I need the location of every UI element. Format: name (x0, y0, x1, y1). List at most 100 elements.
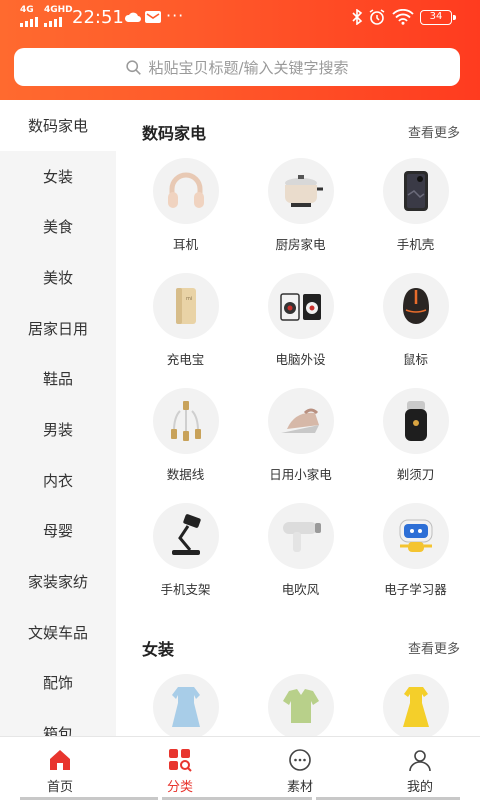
item-thumb (152, 388, 219, 454)
item-thumb (152, 503, 219, 569)
section-header-digital: 数码家电 查看更多 (116, 108, 480, 148)
sidebar-item-home-textile[interactable]: 家装家纺 (0, 556, 116, 607)
item-thumb (382, 273, 449, 339)
header: 4G 4GHD 22:51 ··· 34 粘贴宝贝标题/输入关键字搜索 (0, 0, 480, 100)
sidebar-item-household[interactable]: 居家日用 (0, 303, 116, 354)
subcategory-item[interactable]: 日用小家电 (243, 388, 358, 483)
bluetooth-icon (352, 9, 363, 25)
item-label: 耳机 (172, 237, 198, 252)
subcategory-item[interactable]: 手机壳 (358, 158, 473, 253)
sidebar-item-accessories[interactable]: 配饰 (0, 658, 116, 709)
sidebar-item-label: 家装家纺 (27, 573, 88, 592)
item-thumb (382, 158, 449, 224)
sidebar-item-shoes[interactable]: 鞋品 (0, 353, 116, 404)
svg-text:mi: mi (186, 296, 192, 302)
item-thumb (267, 674, 334, 736)
subcategory-item[interactable]: 电吹风 (243, 503, 358, 598)
subcategory-item[interactable] (243, 674, 358, 736)
sidebar-item-entertainment-car[interactable]: 文娱车品 (0, 607, 116, 658)
subcategory-item[interactable] (358, 674, 473, 736)
tab-category[interactable]: 分类 (120, 737, 240, 800)
tab-label: 分类 (166, 780, 193, 795)
cooker-icon (284, 175, 323, 207)
sidebar-item-label: 男装 (42, 420, 73, 439)
section-title: 数码家电 (142, 124, 207, 143)
item-label: 鼠标 (402, 352, 428, 367)
sidebar-item-digital[interactable]: 数码家电 (0, 100, 116, 151)
sidebar-item-label: 鞋品 (42, 370, 73, 389)
profile-icon (409, 750, 431, 772)
shaver-icon (404, 401, 427, 441)
sidebar-item-label: 内衣 (42, 471, 73, 490)
power-bank-icon: mi (175, 288, 196, 324)
signal-bars-icon (44, 17, 62, 27)
battery-indicator: 34 (420, 10, 456, 25)
sidebar-item-underwear[interactable]: 内衣 (0, 455, 116, 506)
view-more-link[interactable]: 查看更多 (408, 638, 460, 657)
sidebar-item-bags[interactable]: 箱包 (0, 708, 116, 736)
tab-home[interactable]: 首页 (0, 737, 120, 800)
dress-yellow-icon (402, 687, 429, 727)
sidebar-item-food[interactable]: 美食 (0, 201, 116, 252)
subcategory-item[interactable]: 鼠标 (358, 273, 473, 368)
headphones-icon (167, 172, 204, 208)
view-more-link[interactable]: 查看更多 (408, 122, 460, 141)
clock: 22:51 (72, 7, 124, 28)
item-thumb (382, 388, 449, 454)
category-content: 数码家电 查看更多 耳机 厨房家电 手机壳 mi 充电宝 电脑外设 鼠标 数据线… (116, 100, 480, 736)
item-thumb (382, 674, 449, 736)
subcategory-item[interactable]: 厨房家电 (243, 158, 358, 253)
item-thumb (267, 388, 334, 454)
sidebar-item-makeup[interactable]: 美妆 (0, 252, 116, 303)
sidebar-item-label: 美食 (42, 218, 73, 237)
item-label: 数据线 (166, 467, 205, 482)
subcategory-item[interactable]: 剃须刀 (358, 388, 473, 483)
sidebar-item-womens[interactable]: 女装 (0, 151, 116, 202)
more-notifications: ··· (166, 6, 185, 25)
mail-icon (145, 11, 161, 23)
sidebar-item-baby[interactable]: 母婴 (0, 506, 116, 557)
category-icon (169, 749, 192, 772)
signal-bars-icon (20, 17, 38, 27)
learning-robot-icon (399, 519, 432, 552)
wifi-icon (392, 9, 414, 25)
phone-stand-icon (171, 514, 201, 555)
sidebar-item-label: 女装 (42, 167, 73, 186)
tab-label: 素材 (286, 780, 313, 795)
tab-mine[interactable]: 我的 (360, 737, 480, 800)
subcategory-item[interactable]: 耳机 (128, 158, 243, 253)
tab-material[interactable]: 素材 (240, 737, 360, 800)
sidebar-item-label: 母婴 (42, 522, 73, 541)
subcategory-item[interactable]: 手机支架 (128, 503, 243, 598)
bottom-tab-bar: 首页 分类 素材 我的 (0, 736, 480, 800)
search-placeholder: 粘贴宝贝标题/输入关键字搜索 (148, 58, 349, 77)
subcategory-item[interactable]: 数据线 (128, 388, 243, 483)
item-label: 日用小家电 (269, 467, 332, 482)
signal-4ghd: 4GHD (44, 6, 73, 27)
item-label: 手机支架 (160, 582, 211, 597)
home-icon (50, 750, 70, 770)
search-icon (126, 59, 142, 75)
mouse-icon (402, 288, 429, 324)
app-screen: 4G 4GHD 22:51 ··· 34 粘贴宝贝标题/输入关键字搜索 数码家电… (0, 0, 480, 800)
item-label: 厨房家电 (275, 237, 326, 252)
subcategory-item[interactable]: 电子学习器 (358, 503, 473, 598)
signal-label: 4G (20, 5, 34, 15)
subcategory-grid (128, 674, 472, 736)
section-header-womens: 女装 查看更多 (116, 624, 480, 664)
subcategory-item[interactable]: 电脑外设 (243, 273, 358, 368)
dress-blue-icon (171, 687, 200, 727)
hair-dryer-icon (282, 522, 321, 552)
sidebar-item-label: 数码家电 (27, 116, 88, 135)
alarm-icon (369, 9, 385, 25)
subcategory-item[interactable]: mi 充电宝 (128, 273, 243, 368)
sidebar-item-mens[interactable]: 男装 (0, 404, 116, 455)
search-bar[interactable]: 粘贴宝贝标题/输入关键字搜索 (14, 48, 460, 86)
sidebar-item-label: 文娱车品 (27, 623, 88, 642)
item-thumb (152, 158, 219, 224)
item-thumb (267, 158, 334, 224)
status-bar: 4G 4GHD 22:51 ··· 34 (0, 0, 480, 36)
item-thumb (267, 273, 334, 339)
subcategory-item[interactable] (128, 674, 243, 736)
sidebar-item-label: 美妆 (42, 268, 73, 287)
